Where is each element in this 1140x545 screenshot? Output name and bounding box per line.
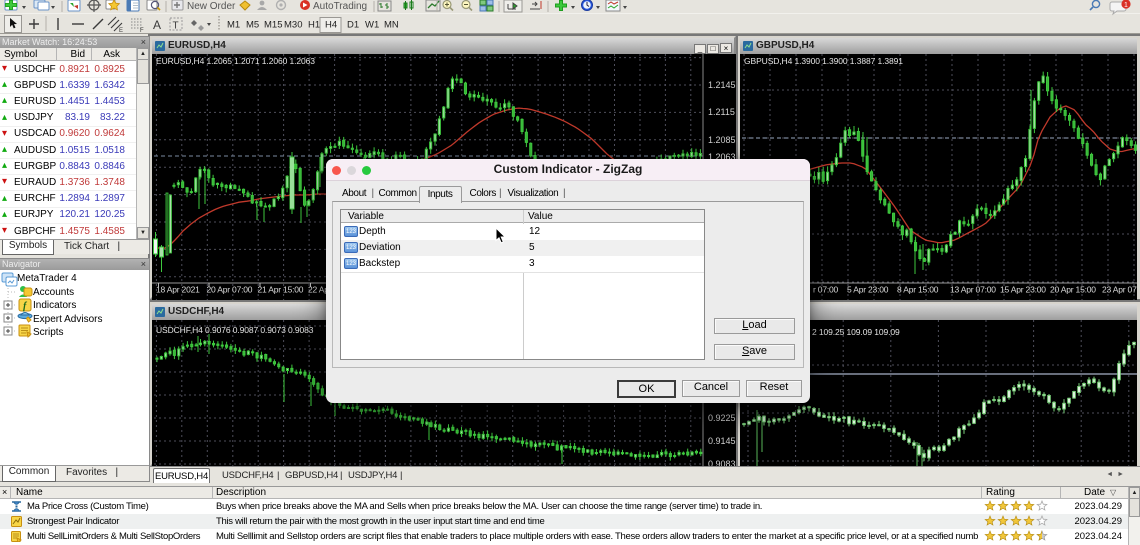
svg-text:1.2085: 1.2085 bbox=[708, 135, 736, 145]
svg-text:r 07:00: r 07:00 bbox=[813, 285, 839, 295]
svg-text:1.2115: 1.2115 bbox=[708, 107, 735, 117]
svg-text:M5: M5 bbox=[246, 20, 259, 31]
svg-text:MN: MN bbox=[384, 20, 399, 31]
svg-text:1.2145: 1.2145 bbox=[708, 80, 736, 90]
svg-text:0.9225: 0.9225 bbox=[708, 413, 736, 423]
svg-text:W1: W1 bbox=[365, 20, 379, 31]
svg-text:18 Apr 2021: 18 Apr 2021 bbox=[156, 285, 200, 295]
svg-text:AutoTrading: AutoTrading bbox=[313, 1, 367, 12]
svg-text:H1: H1 bbox=[308, 20, 320, 31]
svg-text:15 Apr 23:00: 15 Apr 23:00 bbox=[1000, 285, 1046, 295]
svg-text:1: 1 bbox=[1124, 2, 1128, 9]
svg-text:8 Apr 15:00: 8 Apr 15:00 bbox=[897, 285, 939, 295]
svg-text:20 Apr 07:00: 20 Apr 07:00 bbox=[207, 285, 253, 295]
svg-text:20 Apr 15:00: 20 Apr 15:00 bbox=[1050, 285, 1096, 295]
svg-text:M15: M15 bbox=[264, 20, 282, 31]
svg-text:EURUSD,H4 1.2065 1.2071 1.206: EURUSD,H4 1.2065 1.2071 1.2060 1.2063 bbox=[156, 56, 315, 66]
svg-text:New Order: New Order bbox=[187, 1, 236, 12]
svg-text:H4: H4 bbox=[325, 20, 337, 31]
svg-text:23 Apr 07:0: 23 Apr 07:0 bbox=[1102, 285, 1137, 295]
svg-text:0.9145: 0.9145 bbox=[708, 436, 736, 446]
svg-text:D1: D1 bbox=[347, 20, 359, 31]
svg-text:M1: M1 bbox=[227, 20, 240, 31]
svg-text:GBPUSD,H4 1.3900 1.3900 1.388: GBPUSD,H4 1.3900 1.3900 1.3887 1.3891 bbox=[744, 56, 903, 66]
svg-text:2 109.25 109.09 109.09: 2 109.25 109.09 109.09 bbox=[812, 327, 900, 337]
svg-text:M30: M30 bbox=[284, 20, 302, 31]
svg-text:13 Apr 07:00: 13 Apr 07:00 bbox=[950, 285, 996, 295]
svg-text:A: A bbox=[153, 18, 161, 32]
svg-text:21 Apr 15:00: 21 Apr 15:00 bbox=[258, 285, 304, 295]
svg-text:USDCHF,H4 0.9076 0.9087 0.907: USDCHF,H4 0.9076 0.9087 0.9073 0.9083 bbox=[156, 325, 314, 335]
svg-text:5 Apr 23:00: 5 Apr 23:00 bbox=[847, 285, 889, 295]
svg-text:F: F bbox=[140, 28, 144, 34]
svg-text:E: E bbox=[119, 28, 123, 34]
svg-text:T: T bbox=[173, 21, 179, 32]
